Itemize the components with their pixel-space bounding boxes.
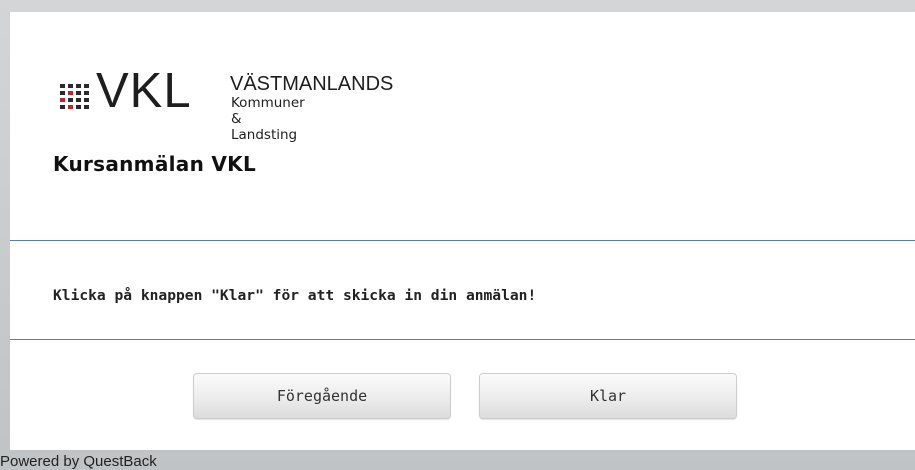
logo-letters: VKL [96,64,192,118]
instruction-text: Klicka på knappen "Klar" för att skicka … [53,287,537,304]
powered-by-link[interactable]: Powered by QuestBack [0,453,157,470]
survey-panel: VKL VÄSTMANLANDS Kommuner & Landsting Ku… [10,12,915,450]
content-divider [10,339,915,340]
header-divider [10,240,915,241]
logo-grid-icon [60,84,92,109]
page-title: Kursanmälan VKL [53,152,256,176]
previous-button[interactable]: Föregående [193,373,451,419]
done-button[interactable]: Klar [479,373,737,419]
logo-name: VÄSTMANLANDS [230,73,394,95]
logo-subtitle: Kommuner & Landsting [231,95,305,143]
survey-header: VKL VÄSTMANLANDS Kommuner & Landsting Ku… [10,12,915,240]
